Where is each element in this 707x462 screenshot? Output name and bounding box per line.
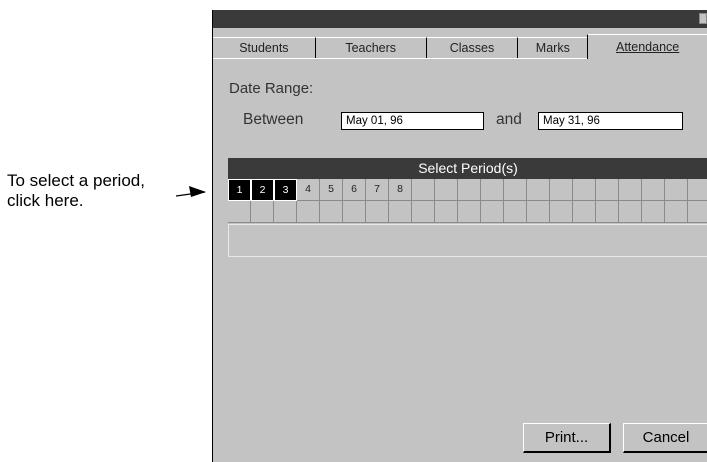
period-cell-empty[interactable] <box>527 179 550 201</box>
start-date-field[interactable]: May 01, 96 <box>341 112 484 130</box>
period-cell-empty[interactable] <box>228 201 251 223</box>
period-cell-empty[interactable] <box>642 179 665 201</box>
period-cell-empty[interactable] <box>320 201 343 223</box>
tab-bar: Students Teachers Classes Marks Attendan… <box>213 34 707 73</box>
left-pointer-arrow <box>175 186 206 197</box>
period-cell-empty[interactable] <box>412 179 435 201</box>
period-cell-empty[interactable] <box>343 201 366 223</box>
period-cell-empty[interactable] <box>550 179 573 201</box>
print-button[interactable]: Print... <box>523 423 611 453</box>
period-cell-empty[interactable] <box>596 179 619 201</box>
end-date-field[interactable]: May 31, 96 <box>538 112 683 130</box>
period-cell-5[interactable]: 5 <box>320 179 343 201</box>
period-cell-2[interactable]: 2 <box>251 179 274 201</box>
period-cell-4[interactable]: 4 <box>297 179 320 201</box>
attendance-window: Students Teachers Classes Marks Attendan… <box>212 10 707 462</box>
period-cell-empty[interactable] <box>504 179 527 201</box>
period-cell-empty[interactable] <box>481 179 504 201</box>
title-bar <box>213 10 707 28</box>
period-cell-1[interactable]: 1 <box>228 179 251 201</box>
period-grid: 12345678 <box>228 179 707 224</box>
date-range-label: Date Range: <box>229 80 314 97</box>
period-cell-empty[interactable] <box>596 201 619 223</box>
period-cell-empty[interactable] <box>412 201 435 223</box>
period-cell-empty[interactable] <box>366 201 389 223</box>
between-label: Between <box>243 111 304 128</box>
period-cell-empty[interactable] <box>665 179 688 201</box>
period-cell-3[interactable]: 3 <box>274 179 297 201</box>
period-grid-footer <box>228 224 707 257</box>
tab-teachers[interactable]: Teachers <box>314 37 426 59</box>
period-cell-empty[interactable] <box>665 201 688 223</box>
period-cell-empty[interactable] <box>573 179 596 201</box>
select-periods-header: Select Period(s) <box>228 158 707 179</box>
period-cell-empty[interactable] <box>619 179 642 201</box>
tab-attendance[interactable]: Attendance <box>587 34 707 59</box>
period-cell-empty[interactable] <box>274 201 297 223</box>
period-cell-empty[interactable] <box>435 201 458 223</box>
period-cell-empty[interactable] <box>458 179 481 201</box>
period-cell-empty[interactable] <box>481 201 504 223</box>
period-cell-7[interactable]: 7 <box>366 179 389 201</box>
period-cell-empty[interactable] <box>688 179 707 201</box>
period-cell-empty[interactable] <box>619 201 642 223</box>
tab-divider <box>213 58 587 59</box>
cancel-button[interactable]: Cancel <box>623 423 707 453</box>
period-cell-empty[interactable] <box>550 201 573 223</box>
period-cell-8[interactable]: 8 <box>389 179 412 201</box>
period-cell-empty[interactable] <box>573 201 596 223</box>
close-icon[interactable] <box>699 13 707 24</box>
period-cell-empty[interactable] <box>389 201 412 223</box>
period-cell-empty[interactable] <box>297 201 320 223</box>
and-label: and <box>496 111 522 128</box>
tab-students[interactable]: Students <box>213 37 315 59</box>
period-cell-empty[interactable] <box>251 201 274 223</box>
period-cell-empty[interactable] <box>527 201 550 223</box>
period-cell-empty[interactable] <box>435 179 458 201</box>
period-cell-empty[interactable] <box>458 201 481 223</box>
tab-marks[interactable]: Marks <box>517 37 588 59</box>
period-cell-empty[interactable] <box>688 201 707 223</box>
tab-classes[interactable]: Classes <box>425 37 518 59</box>
period-cell-empty[interactable] <box>642 201 665 223</box>
period-cell-6[interactable]: 6 <box>343 179 366 201</box>
period-cell-empty[interactable] <box>504 201 527 223</box>
